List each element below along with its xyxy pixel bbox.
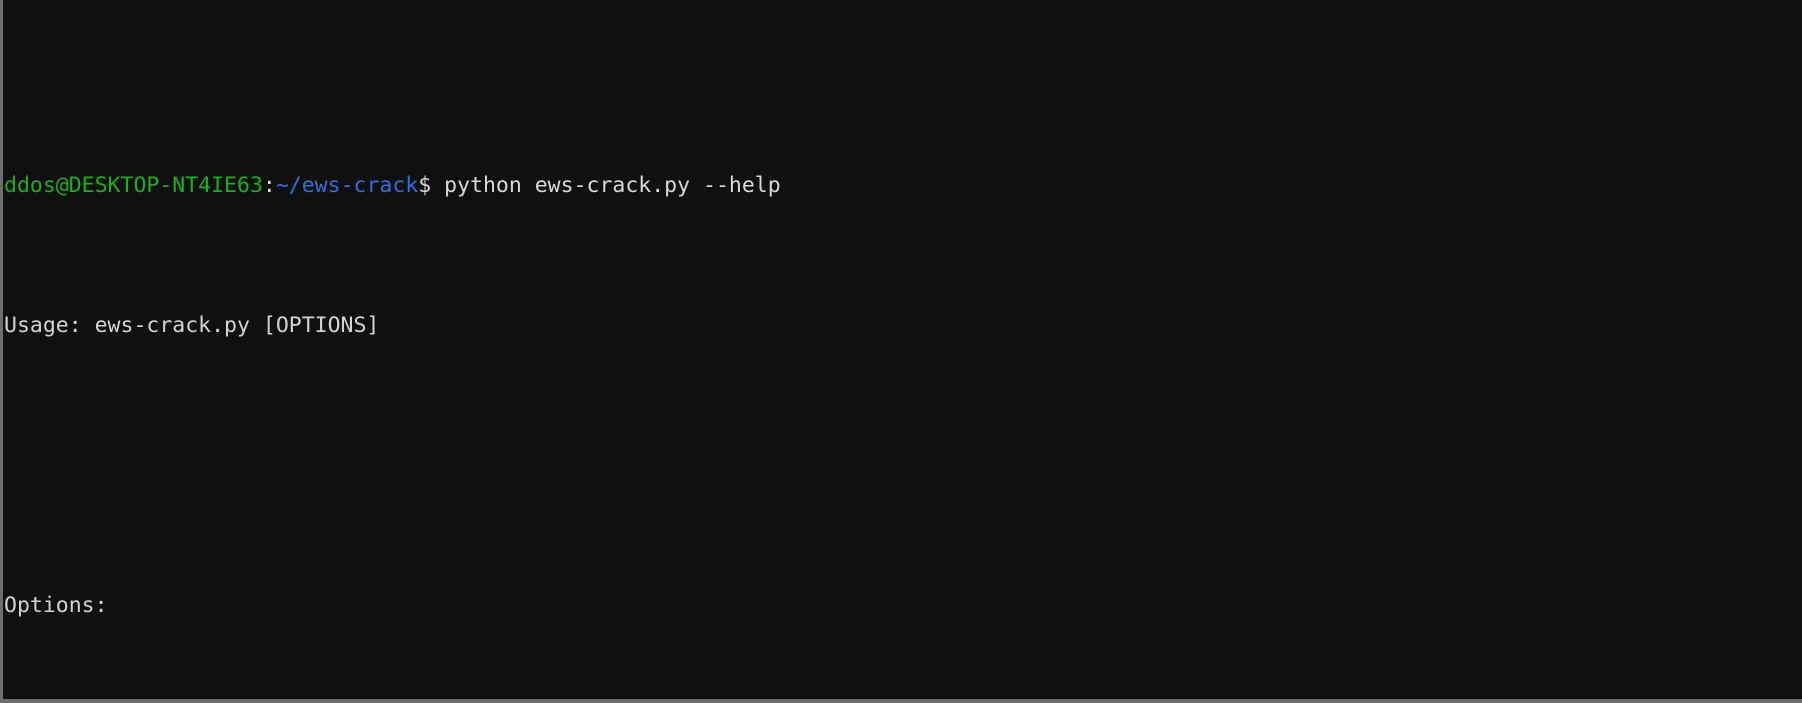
prompt-colon: : [262, 173, 276, 198]
prompt-path: ~/ews-crack [275, 173, 419, 198]
terminal-line-prompt-1: ddos@DESKTOP-NT4IE63:~/ews-crack$ python… [4, 172, 1802, 200]
options-header: Options: [4, 593, 108, 618]
window-left-edge [0, 0, 3, 703]
usage-line: Usage: ews-crack.py [OPTIONS] [4, 313, 380, 338]
terminal-window[interactable]: ddos@DESKTOP-NT4IE63:~/ews-crack$ python… [0, 0, 1802, 703]
prompt-sigil: $ [418, 173, 432, 198]
command-help: python ews-crack.py --help [431, 173, 781, 198]
prompt-user-host: ddos@DESKTOP-NT4IE63 [4, 173, 263, 198]
window-bottom-edge [0, 699, 1802, 703]
